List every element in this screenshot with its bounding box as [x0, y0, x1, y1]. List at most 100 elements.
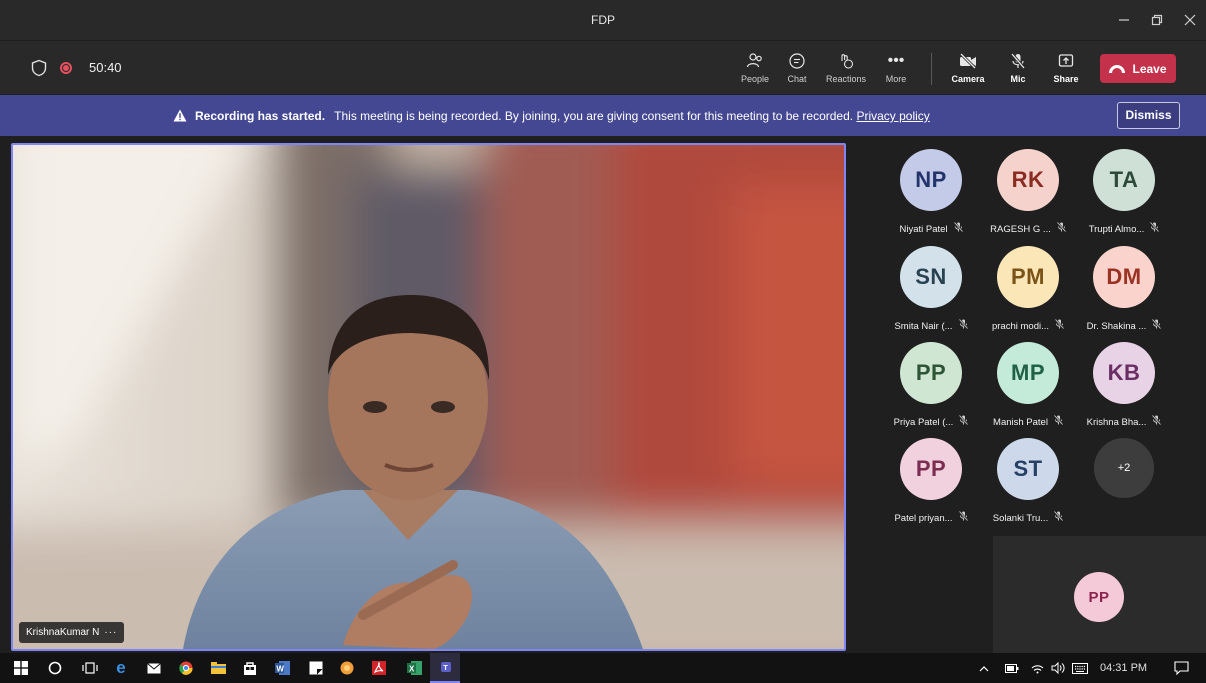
participant-name: Krishna Bha...: [1086, 417, 1147, 428]
camera-button[interactable]: Camera: [946, 49, 990, 91]
app-icon[interactable]: [337, 658, 357, 678]
participant-name-row: Solanki Tru...: [980, 510, 1076, 524]
mic-muted-icon: [1053, 510, 1064, 523]
participant-tile[interactable]: PM prachi modi...: [980, 246, 1076, 332]
leave-button[interactable]: Leave: [1100, 54, 1176, 83]
participant-name: Solanki Tru...: [992, 513, 1049, 524]
speaker-more-options[interactable]: ···: [104, 627, 117, 638]
mic-muted-icon: [1152, 414, 1162, 427]
word-icon[interactable]: W: [272, 658, 292, 678]
share-label: Share: [1053, 74, 1079, 84]
mic-muted-icon: [958, 318, 968, 331]
minimize-icon[interactable]: [1112, 8, 1136, 32]
mic-muted-icon: [958, 510, 968, 523]
banner-title: Recording has started.: [195, 109, 326, 123]
sticky-notes-icon[interactable]: [306, 658, 326, 678]
camera-label: Camera: [951, 74, 985, 84]
participant-tile[interactable]: ST Solanki Tru...: [980, 438, 1076, 524]
participant-name-row: Dr. Shakina ...: [1076, 318, 1172, 332]
participant-name: Niyati Patel: [899, 224, 948, 235]
chat-button[interactable]: Chat: [775, 49, 819, 91]
privacy-policy-link[interactable]: Privacy policy: [856, 109, 929, 123]
warning-icon: [173, 95, 187, 136]
participant-avatar: PP: [900, 438, 962, 500]
participant-name-row: RAGESH G ...: [980, 221, 1076, 235]
more-participants-count: +2: [1094, 438, 1154, 498]
participant-avatar: PP: [900, 342, 962, 404]
share-icon: [1044, 49, 1088, 73]
participant-name-row: prachi modi...: [980, 318, 1076, 332]
notifications-icon[interactable]: [1171, 658, 1191, 678]
participant-name: Dr. Shakina ...: [1086, 321, 1147, 332]
close-icon[interactable]: [1178, 8, 1202, 32]
participant-name: Patel priyan...: [894, 513, 953, 524]
participant-tile[interactable]: PP Priya Patel (...: [883, 342, 979, 428]
more-button[interactable]: ••• More: [874, 49, 918, 91]
participant-tile[interactable]: PP Patel priyan...: [883, 438, 979, 524]
wifi-icon[interactable]: [1027, 658, 1047, 678]
window-title: FDP: [591, 13, 615, 27]
banner-text: This meeting is being recorded. By joini…: [334, 109, 854, 123]
participant-avatar: PM: [997, 246, 1059, 308]
mail-icon[interactable]: [144, 658, 164, 678]
speaker-name-tag: KrishnaKumar N ···: [19, 622, 125, 643]
participant-name: Priya Patel (...: [893, 417, 954, 428]
participant-name-row: Niyati Patel: [883, 221, 979, 235]
reactions-icon: [824, 49, 868, 73]
participant-tile[interactable]: SN Smita Nair (...: [883, 246, 979, 332]
teams-icon[interactable]: T: [430, 653, 460, 683]
camera-off-icon: [946, 49, 990, 73]
participant-name: RAGESH G ...: [990, 224, 1051, 235]
mic-button[interactable]: Mic: [996, 49, 1040, 91]
clock-time[interactable]: 04:31 PM: [1100, 653, 1147, 683]
reactions-label: Reactions: [825, 74, 867, 84]
participant-tile[interactable]: MP Manish Patel: [980, 342, 1076, 428]
svg-text:X: X: [409, 665, 415, 674]
meeting-timer: 50:40: [89, 60, 122, 75]
keyboard-icon[interactable]: [1070, 658, 1090, 678]
share-button[interactable]: Share: [1044, 49, 1088, 91]
chevron-up-icon[interactable]: [974, 658, 994, 678]
participant-tile[interactable]: KB Krishna Bha...: [1076, 342, 1172, 428]
windows-start-icon[interactable]: [11, 658, 31, 678]
participant-name-row: Priya Patel (...: [883, 414, 979, 428]
participant-avatar: TA: [1093, 149, 1155, 211]
mic-muted-icon: [1150, 221, 1160, 234]
participant-name-row: Patel priyan...: [883, 510, 979, 524]
store-icon[interactable]: [240, 658, 260, 678]
mic-muted-icon: [1053, 414, 1064, 427]
acrobat-icon[interactable]: [369, 658, 389, 678]
people-icon: [733, 49, 777, 73]
people-button[interactable]: People: [733, 49, 777, 91]
dismiss-button[interactable]: Dismiss: [1117, 102, 1180, 129]
banner-message: Recording has started. This meeting is b…: [173, 95, 930, 137]
people-label: People: [740, 74, 770, 84]
leave-label: Leave: [1132, 61, 1167, 76]
battery-icon[interactable]: [1002, 658, 1022, 678]
file-explorer-icon[interactable]: [208, 658, 228, 678]
more-participants-tile[interactable]: +2: [1076, 438, 1172, 522]
edge-icon[interactable]: e: [111, 658, 131, 678]
cortana-icon[interactable]: [45, 658, 65, 678]
chat-label: Chat: [787, 74, 807, 84]
participant-tile[interactable]: NP Niyati Patel: [883, 149, 979, 235]
recording-banner: Recording has started. This meeting is b…: [0, 95, 1206, 136]
excel-icon[interactable]: X: [404, 658, 424, 678]
reactions-button[interactable]: Reactions: [824, 49, 868, 91]
maximize-icon[interactable]: [1145, 8, 1169, 32]
chrome-icon[interactable]: [176, 658, 196, 678]
mic-muted-icon: [1152, 318, 1162, 331]
participant-name-row: Krishna Bha...: [1076, 414, 1172, 428]
participant-name: Trupti Almo...: [1088, 224, 1145, 235]
mic-off-icon: [996, 49, 1040, 73]
participant-avatar: ST: [997, 438, 1059, 500]
participant-tile[interactable]: RK RAGESH G ...: [980, 149, 1076, 235]
participant-avatar: SN: [900, 246, 962, 308]
meeting-stage: KrishnaKumar N ··· NP Niyati Patel RK RAGESH…: [0, 136, 1206, 653]
participant-tile[interactable]: TA Trupti Almo...: [1076, 149, 1172, 235]
task-view-icon[interactable]: [80, 658, 100, 678]
participant-tile[interactable]: DM Dr. Shakina ...: [1076, 246, 1172, 332]
more-icon: •••: [887, 52, 905, 69]
volume-icon[interactable]: [1048, 658, 1068, 678]
participant-name: Smita Nair (...: [894, 321, 953, 332]
